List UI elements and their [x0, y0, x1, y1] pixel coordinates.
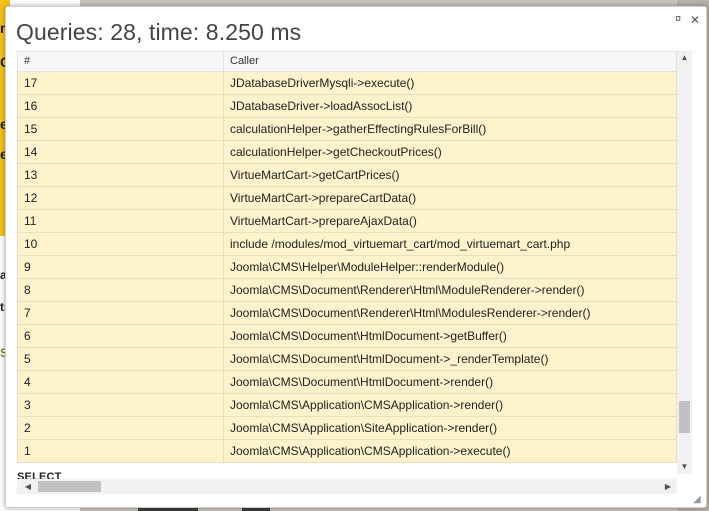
debug-queries-modal: Queries: 28, time: 8.250 ms ¤ ✕ # Caller… — [5, 6, 707, 508]
column-header-caller: Caller — [223, 51, 677, 72]
table-row: 3 Joomla\CMS\Application\CMSApplication->… — [17, 393, 677, 417]
row-number: 14 — [17, 140, 224, 164]
row-number: 2 — [17, 416, 224, 440]
row-caller: Joomla\CMS\Application\SiteApplication->… — [223, 416, 677, 440]
table-row: 5 Joomla\CMS\Document\HtmlDocument->_rend… — [17, 347, 677, 371]
row-number: 16 — [17, 94, 224, 118]
row-caller: Joomla\CMS\Document\HtmlDocument->render… — [223, 370, 677, 394]
table-row: 11 VirtueMartCart->prepareAjaxData() — [17, 209, 677, 233]
table-header-row: # Caller — [17, 51, 677, 72]
resize-grip-icon[interactable]: ◢ — [693, 494, 705, 506]
table-row: 8 Joomla\CMS\Document\Renderer\Html\Modul… — [17, 278, 677, 302]
row-number: 12 — [17, 186, 224, 210]
vertical-scrollbar[interactable]: ▲ ▼ — [677, 51, 692, 474]
row-number: 3 — [17, 393, 224, 417]
column-header-number: # — [17, 51, 224, 72]
row-number: 1 — [17, 439, 224, 463]
close-icon[interactable]: ✕ — [690, 13, 700, 27]
table-row: 9 Joomla\CMS\Helper\ModuleHelper::renderM… — [17, 255, 677, 279]
row-number: 17 — [17, 71, 224, 95]
call-stack-scroll-area[interactable]: # Caller 17 JDatabaseDriverMysqli->execut… — [17, 51, 693, 481]
row-caller: VirtueMartCart->prepareAjaxData() — [223, 209, 677, 233]
row-caller: Joomla\CMS\Application\CMSApplication->e… — [223, 439, 677, 463]
row-number: 7 — [17, 301, 224, 325]
row-caller: VirtueMartCart->prepareCartData() — [223, 186, 677, 210]
row-number: 15 — [17, 117, 224, 141]
row-number: 10 — [17, 232, 224, 256]
scroll-right-icon[interactable]: ▶ — [661, 479, 675, 494]
horizontal-scrollbar[interactable]: ◀ ▶ — [17, 479, 677, 494]
row-number: 13 — [17, 163, 224, 187]
scroll-up-icon[interactable]: ▲ — [677, 51, 692, 65]
row-caller: calculationHelper->gatherEffectingRulesF… — [223, 117, 677, 141]
maximize-icon[interactable]: ¤ — [675, 13, 681, 25]
row-caller: Joomla\CMS\Document\HtmlDocument->_rende… — [223, 347, 677, 371]
table-row: 14 calculationHelper->getCheckoutPrices() — [17, 140, 677, 164]
table-row: 2 Joomla\CMS\Application\SiteApplication-… — [17, 416, 677, 440]
row-caller: Joomla\CMS\Document\Renderer\Html\Module… — [223, 278, 677, 302]
horizontal-scroll-thumb[interactable] — [38, 481, 101, 492]
table-row: 1 Joomla\CMS\Application\CMSApplication->… — [17, 439, 677, 463]
table-row: 7 Joomla\CMS\Document\Renderer\Html\Modul… — [17, 301, 677, 325]
call-stack-table: # Caller 17 JDatabaseDriverMysqli->execut… — [17, 51, 677, 463]
row-number: 11 — [17, 209, 224, 233]
row-number: 4 — [17, 370, 224, 394]
row-caller: Joomla\CMS\Document\HtmlDocument->getBuf… — [223, 324, 677, 348]
row-number: 6 — [17, 324, 224, 348]
row-caller: VirtueMartCart->getCartPrices() — [223, 163, 677, 187]
table-row: 17 JDatabaseDriverMysqli->execute() — [17, 71, 677, 95]
row-caller: JDatabaseDriver->loadAssocList() — [223, 94, 677, 118]
scroll-down-icon[interactable]: ▼ — [677, 460, 692, 474]
table-row: 4 Joomla\CMS\Document\HtmlDocument->rende… — [17, 370, 677, 394]
row-caller: include /modules/mod_virtuemart_cart/mod… — [223, 232, 677, 256]
row-number: 9 — [17, 255, 224, 279]
row-caller: Joomla\CMS\Application\CMSApplication->r… — [223, 393, 677, 417]
row-caller: calculationHelper->getCheckoutPrices() — [223, 140, 677, 164]
row-caller: Joomla\CMS\Document\Renderer\Html\Module… — [223, 301, 677, 325]
scroll-left-icon[interactable]: ◀ — [21, 479, 35, 494]
table-row: 13 VirtueMartCart->getCartPrices() — [17, 163, 677, 187]
table-row: 12 VirtueMartCart->prepareCartData() — [17, 186, 677, 210]
row-number: 8 — [17, 278, 224, 302]
modal-title: Queries: 28, time: 8.250 ms — [16, 19, 302, 45]
table-row: 6 Joomla\CMS\Document\HtmlDocument->getBu… — [17, 324, 677, 348]
table-row: 16 JDatabaseDriver->loadAssocList() — [17, 94, 677, 118]
row-caller: Joomla\CMS\Helper\ModuleHelper::renderMo… — [223, 255, 677, 279]
vertical-scroll-thumb[interactable] — [679, 401, 690, 433]
table-row: 15 calculationHelper->gatherEffectingRule… — [17, 117, 677, 141]
row-number: 5 — [17, 347, 224, 371]
table-row: 10 include /modules/mod_virtuemart_cart/m… — [17, 232, 677, 256]
row-caller: JDatabaseDriverMysqli->execute() — [223, 71, 677, 95]
